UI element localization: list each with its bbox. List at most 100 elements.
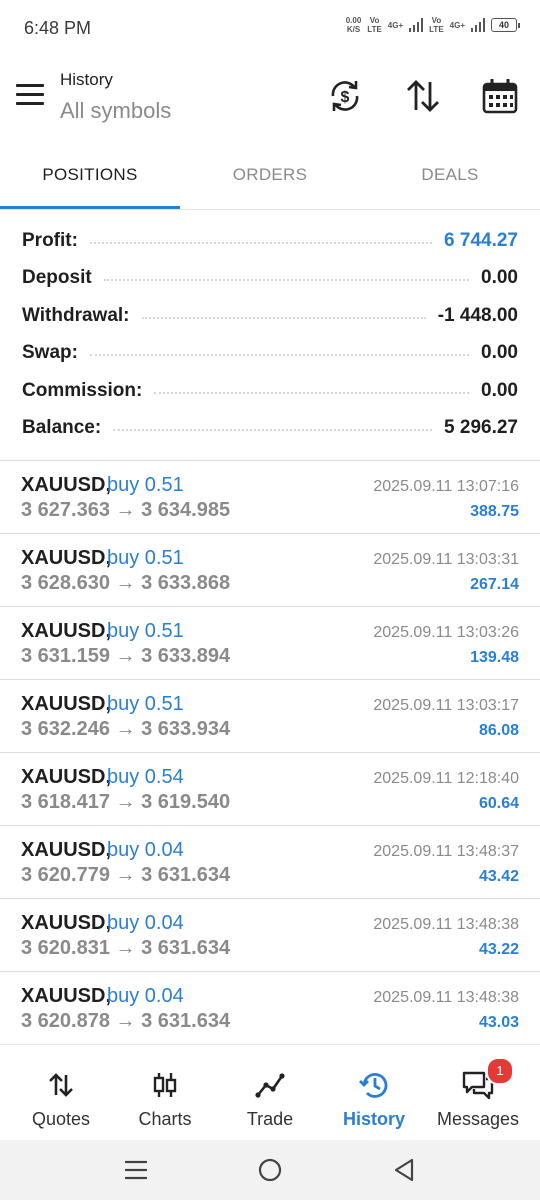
position-symbol: XAUUSD,	[21, 985, 112, 1007]
history-tabs: POSITIONS ORDERS DEALS	[0, 146, 540, 210]
position-prices: 3 620.878 → 3 631.634	[21, 1010, 231, 1032]
position-symbol: XAUUSD,	[21, 766, 112, 788]
nav-label: Quotes	[31, 1109, 91, 1129]
position-time: 2025.09.11 12:18:40	[373, 770, 519, 787]
positions-list: XAUUSD, buy 0.51 3 627.363 → 3 634.985 2…	[0, 461, 540, 1045]
position-row[interactable]: XAUUSD, buy 0.04 3 620.878 → 3 631.634 2…	[0, 972, 540, 1045]
summary-row-commission: Commission: 0.00	[0, 372, 540, 410]
position-row[interactable]: XAUUSD, buy 0.51 3 628.630 → 3 633.868 2…	[0, 534, 540, 607]
position-type: buy 0.04	[107, 985, 184, 1007]
nav-charts[interactable]: Charts	[111, 1045, 219, 1141]
position-profit: 139.48	[470, 649, 519, 666]
dotted-leader	[103, 279, 470, 282]
position-prices: 3 632.246 → 3 633.934	[21, 718, 231, 740]
position-row[interactable]: XAUUSD, buy 0.04 3 620.779 → 3 631.634 2…	[0, 826, 540, 899]
back-icon[interactable]	[390, 1156, 418, 1184]
position-profit: 43.22	[478, 941, 519, 958]
position-row[interactable]: XAUUSD, buy 0.51 3 632.246 → 3 633.934 2…	[0, 680, 540, 753]
summary-row-deposit: Deposit 0.00	[0, 260, 540, 298]
summary-label: Profit:	[22, 229, 78, 251]
recent-apps-icon[interactable]	[122, 1156, 150, 1184]
position-symbol: XAUUSD,	[21, 912, 112, 934]
position-symbol: XAUUSD,	[21, 474, 112, 496]
summary-value: 5 296.27	[444, 417, 518, 439]
status-bar: 6:48 PM 0.00 K/S Vo LTE 4G+ Vo LTE 4G+ 4…	[0, 0, 540, 56]
quotes-icon	[49, 1073, 73, 1097]
position-profit: 43.42	[478, 868, 519, 885]
tab-deals[interactable]: DEALS	[360, 146, 540, 206]
symbol-filter[interactable]: All symbols	[60, 98, 171, 124]
charts-icon	[153, 1073, 177, 1097]
position-type: buy 0.54	[107, 766, 184, 788]
system-nav-bar	[0, 1140, 540, 1200]
position-symbol: XAUUSD,	[21, 620, 112, 642]
tab-orders[interactable]: ORDERS	[180, 146, 360, 206]
nav-label: History	[342, 1109, 405, 1129]
position-prices: 3 620.831 → 3 631.634	[21, 937, 231, 959]
calendar-icon[interactable]	[480, 76, 520, 116]
tabs-divider	[0, 209, 540, 210]
position-time: 2025.09.11 13:03:31	[373, 551, 519, 568]
volte-1: Vo LTE	[367, 16, 382, 34]
dotted-leader	[89, 241, 433, 244]
summary-row-balance: Balance: 5 296.27	[0, 410, 540, 448]
position-profit: 267.14	[470, 576, 519, 593]
summary-value: 0.00	[481, 267, 518, 289]
nav-label: Trade	[246, 1109, 294, 1129]
nav-label: Messages	[436, 1109, 520, 1129]
summary-row-profit: Profit: 6 744.27	[0, 222, 540, 260]
summary-label: Withdrawal:	[22, 304, 130, 326]
bottom-nav: Quotes Charts Trade History 1 Messages	[0, 1044, 540, 1141]
currency-refresh-icon[interactable]: $	[325, 76, 365, 116]
history-icon	[359, 1073, 388, 1098]
network-type-2: 4G+	[449, 20, 465, 30]
position-type: buy 0.51	[107, 620, 184, 642]
position-time: 2025.09.11 13:07:16	[373, 478, 519, 495]
home-icon[interactable]	[256, 1156, 284, 1184]
summary-value: -1 448.00	[437, 304, 518, 326]
position-prices: 3 627.363 → 3 634.985	[21, 499, 231, 521]
nav-quotes[interactable]: Quotes	[7, 1045, 115, 1141]
summary-label: Commission:	[22, 379, 143, 401]
account-summary: Profit: 6 744.27 Deposit 0.00 Withdrawal…	[0, 222, 540, 447]
position-row[interactable]: XAUUSD, buy 0.51 3 631.159 → 3 633.894 2…	[0, 607, 540, 680]
position-profit: 86.08	[478, 722, 519, 739]
dotted-leader	[154, 391, 470, 394]
dotted-leader	[113, 429, 433, 432]
position-prices: 3 618.417 → 3 619.540	[21, 791, 231, 813]
summary-value: 0.00	[481, 379, 518, 401]
page-title: History	[60, 70, 113, 89]
status-time: 6:48 PM	[24, 18, 92, 38]
position-symbol: XAUUSD,	[21, 547, 112, 569]
unread-badge: 1	[486, 1057, 514, 1085]
trade-icon	[255, 1073, 285, 1098]
position-profit: 388.75	[470, 503, 519, 520]
summary-row-withdrawal: Withdrawal: -1 448.00	[0, 297, 540, 335]
position-type: buy 0.04	[107, 912, 184, 934]
position-row[interactable]: XAUUSD, buy 0.54 3 618.417 → 3 619.540 2…	[0, 753, 540, 826]
sort-icon[interactable]	[403, 76, 443, 116]
position-type: buy 0.51	[107, 693, 184, 715]
nav-trade[interactable]: Trade	[216, 1045, 324, 1141]
volte-2: Vo LTE	[429, 16, 444, 34]
position-row[interactable]: XAUUSD, buy 0.04 3 620.831 → 3 631.634 2…	[0, 899, 540, 972]
network-speed: 0.00 K/S	[345, 16, 362, 34]
svg-text:$: $	[341, 89, 350, 106]
signal-icon	[409, 18, 424, 32]
position-time: 2025.09.11 13:48:38	[373, 989, 519, 1006]
summary-label: Balance:	[22, 417, 102, 439]
position-time: 2025.09.11 13:48:37	[373, 843, 519, 860]
nav-messages[interactable]: 1 Messages	[424, 1045, 532, 1141]
position-prices: 3 620.779 → 3 631.634	[21, 864, 231, 886]
status-icons: 0.00 K/S Vo LTE 4G+ Vo LTE 4G+ 40	[346, 16, 520, 34]
menu-icon[interactable]	[16, 84, 44, 106]
position-row[interactable]: XAUUSD, buy 0.51 3 627.363 → 3 634.985 2…	[0, 461, 540, 534]
summary-value: 6 744.27	[444, 229, 518, 251]
position-type: buy 0.51	[107, 547, 184, 569]
signal-icon	[471, 18, 485, 32]
summary-label: Deposit	[22, 267, 92, 289]
nav-label: Charts	[138, 1109, 192, 1129]
nav-history[interactable]: History	[320, 1045, 428, 1141]
tab-positions[interactable]: POSITIONS	[0, 146, 180, 206]
position-profit: 60.64	[478, 795, 519, 812]
